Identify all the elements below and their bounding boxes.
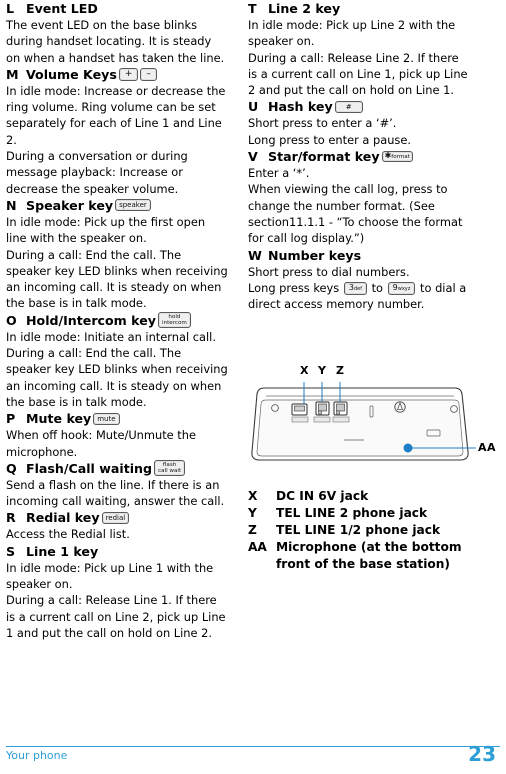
entry-heading-T: T Line 2 key bbox=[248, 0, 470, 17]
legend-text: DC IN 6V jack bbox=[276, 489, 369, 503]
entry-label: Flash/Call waiting bbox=[26, 460, 153, 476]
entry-heading-W: W Number keys bbox=[248, 247, 470, 264]
entry-label: Redial key bbox=[26, 510, 100, 526]
entry-heading-L: L Event LED bbox=[6, 0, 228, 17]
left-column: L Event LED The event LED on the base bl… bbox=[6, 0, 228, 641]
callout-X: X bbox=[300, 364, 309, 377]
entry-letter: U bbox=[248, 99, 259, 115]
page-number: 23 bbox=[468, 742, 496, 766]
entry-letter: L bbox=[6, 1, 15, 16]
entry-text: Long press to enter a pause. bbox=[248, 132, 412, 147]
entry-text: Short press to dial numbers. bbox=[248, 264, 410, 279]
entry-letter: V bbox=[248, 149, 258, 165]
entry-text: Enter a ‘*’. bbox=[248, 166, 310, 181]
entry-text: In idle mode: Pick up Line 2 with the sp… bbox=[248, 18, 456, 49]
entry-heading-M: M Volume Keys + – bbox=[6, 66, 228, 83]
legend-text: TEL LINE 2 phone jack bbox=[276, 506, 428, 520]
entry-text: In idle mode: Pick up the first open lin… bbox=[6, 214, 206, 246]
entry-label: Line 1 key bbox=[26, 543, 99, 559]
entry-text: The event LED on the base blinks during … bbox=[6, 18, 225, 65]
entry-heading-N: N Speaker key speaker bbox=[6, 197, 228, 214]
entry-label: Volume Keys bbox=[26, 66, 117, 82]
entry-label: Star/format key bbox=[268, 149, 380, 165]
callout-Z: Z bbox=[336, 364, 345, 377]
speaker-key-icon: speaker bbox=[115, 199, 151, 212]
entry-text: During a call: End the call. The speaker… bbox=[6, 346, 228, 409]
text-mid-keys: to bbox=[371, 280, 384, 295]
entry-letter: T bbox=[248, 1, 257, 16]
entry-letter: R bbox=[6, 510, 16, 526]
entry-heading-Q: Q Flash/Call waiting flash call wait bbox=[6, 460, 228, 477]
entry-letter: M bbox=[6, 66, 19, 82]
entry-label: Hash key bbox=[268, 99, 333, 115]
figure-legend: X DC IN 6V jack Y TEL LINE 2 phone jack … bbox=[248, 488, 488, 573]
entry-letter: S bbox=[6, 543, 16, 559]
entry-text: Access the Redial list. bbox=[6, 527, 130, 542]
base-station-diagram bbox=[251, 382, 476, 461]
entry-heading-S: S Line 1 key bbox=[6, 543, 228, 560]
entry-letter: O bbox=[6, 312, 17, 328]
entry-label: Mute key bbox=[26, 411, 92, 427]
page-footer: Your phone 23 bbox=[0, 740, 506, 774]
legend-text-continued: front of the base station) bbox=[276, 557, 450, 571]
entry-text: During a call: Release Line 1. If there … bbox=[6, 593, 226, 640]
entry-letter: W bbox=[248, 247, 262, 263]
entry-text: In idle mode: Pick up Line 1 with the sp… bbox=[6, 560, 214, 592]
legend-row: Y TEL LINE 2 phone jack bbox=[248, 505, 488, 522]
right-column: T Line 2 key In idle mode: Pick up Line … bbox=[248, 0, 470, 312]
volume-up-key-icon: + bbox=[118, 67, 139, 81]
mute-key-icon: mute bbox=[93, 412, 120, 425]
entry-heading-O: O Hold/Intercom key hold intercom bbox=[6, 312, 228, 329]
entry-letter: P bbox=[6, 411, 16, 427]
entry-text: Send a flash on the line. If there is an… bbox=[6, 477, 225, 509]
key-9-icon: 9wxyz bbox=[387, 281, 416, 295]
manual-page: L Event LED The event LED on the base bl… bbox=[0, 0, 506, 774]
entry-text: In idle mode: Initiate an internal call. bbox=[6, 329, 216, 344]
entry-text: In idle mode: Increase or decrease the r… bbox=[6, 83, 226, 147]
entry-label: Hold/Intercom key bbox=[26, 312, 156, 328]
legend-row: AA Microphone (at the bottom bbox=[248, 539, 488, 556]
entry-text-with-keys: Long press keys 3def to 9wxyz to dial a … bbox=[248, 280, 470, 313]
entry-text: During a conversation or during message … bbox=[6, 149, 188, 196]
legend-key: Z bbox=[248, 523, 257, 537]
entry-text: During a call: Release Line 2. If there … bbox=[248, 50, 468, 98]
entry-text: During a call: End the call. The speaker… bbox=[6, 247, 228, 311]
entry-label: Event LED bbox=[26, 1, 98, 16]
redial-key-icon: redial bbox=[101, 511, 130, 524]
text-before-keys: Long press keys bbox=[248, 280, 340, 295]
star-format-key-icon: ✱format bbox=[381, 150, 413, 163]
flash-call-wait-key-icon: flash call wait bbox=[154, 460, 186, 477]
legend-text: Microphone (at the bottom bbox=[276, 540, 462, 554]
legend-key: AA bbox=[248, 540, 267, 554]
volume-down-key-icon: – bbox=[140, 67, 157, 81]
footer-divider bbox=[6, 746, 500, 747]
entry-heading-P: P Mute key mute bbox=[6, 410, 228, 427]
entry-heading-U: U Hash key # bbox=[248, 98, 470, 115]
entry-letter: Q bbox=[6, 460, 17, 476]
callout-Y: Y bbox=[318, 364, 327, 377]
legend-key: Y bbox=[248, 506, 257, 520]
entry-label: Speaker key bbox=[26, 197, 114, 213]
entry-text: Short press to enter a ‘#’. bbox=[248, 116, 397, 131]
callout-AA: AA bbox=[478, 441, 497, 454]
legend-row: Z TEL LINE 1/2 phone jack bbox=[248, 522, 488, 539]
entry-heading-V: V Star/format key ✱format bbox=[248, 148, 470, 165]
entry-text: When viewing the call log, press to chan… bbox=[248, 182, 463, 246]
key-3-icon: 3def bbox=[343, 281, 367, 295]
legend-text: TEL LINE 1/2 phone jack bbox=[276, 523, 441, 537]
entry-heading-R: R Redial key redial bbox=[6, 509, 228, 526]
entry-letter: N bbox=[6, 197, 17, 213]
entry-label: Line 2 key bbox=[268, 1, 341, 16]
hash-key-icon: # bbox=[334, 100, 363, 113]
entry-label: Number keys bbox=[268, 247, 362, 263]
entry-text: When off hook: Mute/Unmute the microphon… bbox=[6, 428, 196, 459]
legend-row: X DC IN 6V jack bbox=[248, 488, 488, 505]
base-station-rear-figure: X Y Z AA bbox=[248, 360, 496, 480]
legend-key: X bbox=[248, 489, 258, 503]
footer-section-label: Your phone bbox=[6, 749, 68, 762]
hold-intercom-key-icon: hold intercom bbox=[157, 312, 191, 329]
